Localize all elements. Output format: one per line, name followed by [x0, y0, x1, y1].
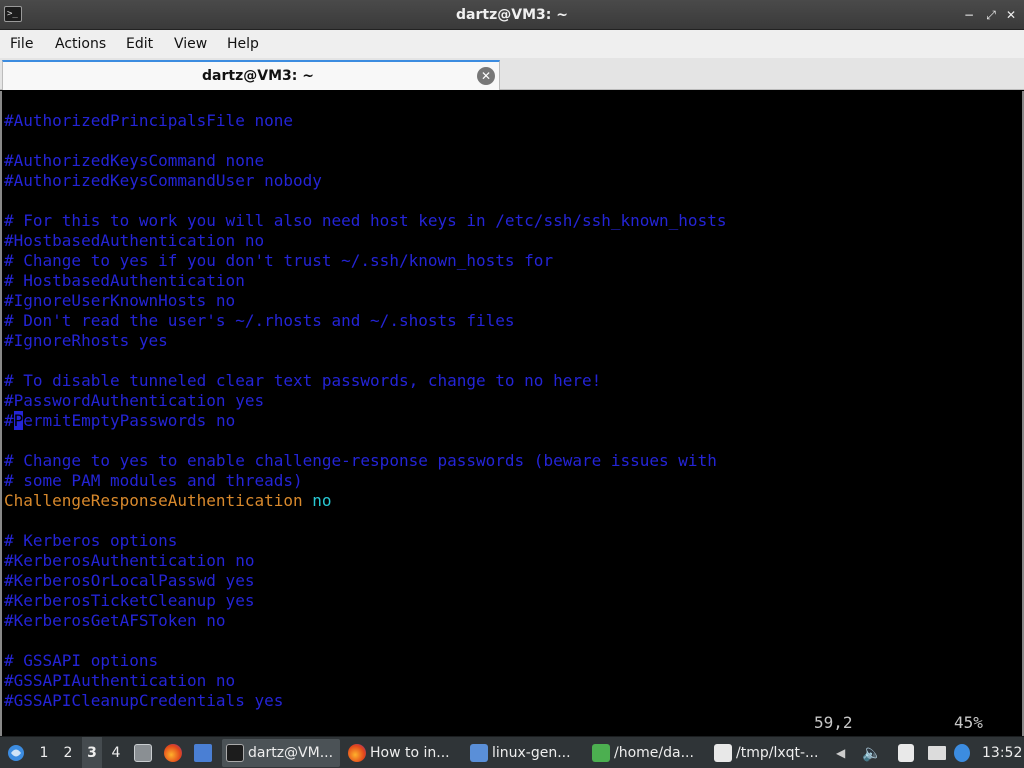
terminal-line: # GSSAPI options [4, 651, 159, 670]
task-label: linux-gen... [492, 745, 571, 761]
terminal-line: #GSSAPICleanupCredentials yes [4, 691, 284, 710]
terminal-line: #HostbasedAuthentication no [4, 231, 265, 250]
task-firefox[interactable]: How to in... [344, 739, 462, 767]
menu-help[interactable]: Help [227, 30, 259, 58]
cursor-position: 59,2 [814, 713, 853, 732]
firefox-launcher-icon[interactable] [164, 744, 182, 762]
menu-edit[interactable]: Edit [126, 30, 153, 58]
menu-bar: File Actions Edit View Help [0, 30, 1024, 58]
tab-label: dartz@VM3: ~ [202, 68, 314, 84]
terminal-line: #KerberosGetAFSToken no [4, 611, 226, 630]
terminal-line: #AuthorizedKeysCommand none [4, 151, 265, 170]
terminal-line: #AuthorizedPrincipalsFile none [4, 111, 293, 130]
terminal-line: #IgnoreUserKnownHosts no [4, 291, 236, 310]
terminal-area[interactable]: 59,2 45% #AuthorizedPrincipalsFile none #… [0, 91, 1024, 736]
terminal-line: #KerberosOrLocalPasswd yes [4, 571, 255, 590]
terminal-line: # Don't read the user's ~/.rhosts and ~/… [4, 311, 515, 330]
file-manager-launcher-icon[interactable] [134, 744, 152, 762]
terminal-line: #KerberosAuthentication no [4, 551, 255, 570]
terminal-line: # some PAM modules and threads) [4, 471, 303, 490]
tab-bar: dartz@VM3: ~ ✕ [0, 58, 1024, 90]
desktop-launcher-icon[interactable] [194, 744, 212, 762]
window-title: dartz@VM3: ~ [456, 7, 568, 23]
task-terminal[interactable]: dartz@VM... [222, 739, 340, 767]
scroll-percent: 45% [954, 713, 983, 732]
terminal-line: # To disable tunneled clear text passwor… [4, 371, 602, 390]
terminal-line: #AuthorizedKeysCommandUser nobody [4, 171, 322, 190]
workspace-4[interactable]: 4 [106, 737, 126, 768]
terminal-line: # Change to yes to enable challenge-resp… [4, 451, 717, 470]
task-text-editor[interactable]: /home/da... [588, 739, 706, 767]
tray-expand-icon[interactable]: ◀ [836, 737, 852, 768]
minimize-button[interactable]: − [962, 8, 976, 22]
menu-view[interactable]: View [174, 30, 207, 58]
config-key: ChallengeResponseAuthentication [4, 491, 303, 510]
text-editor-icon [592, 744, 610, 762]
workspace-1[interactable]: 1 [34, 737, 54, 768]
close-button[interactable]: ✕ [1004, 8, 1018, 22]
firefox-icon [348, 744, 366, 762]
tab-terminal[interactable]: dartz@VM3: ~ ✕ [2, 60, 500, 90]
task-label: How to in... [370, 745, 450, 761]
lxqt-start-icon[interactable] [4, 737, 28, 768]
maximize-button[interactable]: ⤢ [984, 8, 998, 22]
terminal-line: #KerberosTicketCleanup yes [4, 591, 255, 610]
task-file-manager[interactable]: linux-gen... [466, 739, 584, 767]
task-label: dartz@VM... [248, 745, 334, 761]
terminal-icon [226, 744, 244, 762]
clock[interactable]: 13:52 [982, 737, 1022, 768]
terminal-line: #PermitEmptyPasswords no [4, 411, 236, 430]
menu-actions[interactable]: Actions [55, 30, 106, 58]
task-label: /tmp/lxqt-... [736, 745, 819, 761]
terminal-line: #IgnoreRhosts yes [4, 331, 168, 350]
terminal-line: # HostbasedAuthentication [4, 271, 245, 290]
terminal-line: # For this to work you will also need ho… [4, 211, 727, 230]
volume-icon[interactable]: 🔈 [862, 737, 882, 768]
folder-icon [470, 744, 488, 762]
workspace-2[interactable]: 2 [58, 737, 78, 768]
terminal-line: #PasswordAuthentication yes [4, 391, 265, 410]
tab-close-icon[interactable]: ✕ [477, 67, 495, 85]
terminal-line: #GSSAPIAuthentication no [4, 671, 236, 690]
config-value: no [302, 491, 332, 510]
updates-icon[interactable] [954, 744, 970, 762]
menu-file[interactable]: File [10, 30, 33, 58]
terminal-line: # Change to yes if you don't trust ~/.ss… [4, 251, 554, 270]
clipboard-icon[interactable] [898, 744, 914, 762]
workspace-3[interactable]: 3 [82, 737, 102, 768]
edit-icon [714, 744, 732, 762]
task-editor[interactable]: /tmp/lxqt-... [710, 739, 828, 767]
taskbar: 1 2 3 4 dartz@VM... How to in... linux-g… [0, 736, 1024, 768]
terminal-line: # Kerberos options [4, 531, 178, 550]
text-cursor: P [13, 411, 24, 430]
terminal-line: ChallengeResponseAuthentication no [4, 491, 332, 511]
window-titlebar[interactable]: >_ dartz@VM3: ~ − ⤢ ✕ [0, 0, 1024, 30]
task-label: /home/da... [614, 745, 694, 761]
network-icon[interactable] [928, 746, 946, 760]
